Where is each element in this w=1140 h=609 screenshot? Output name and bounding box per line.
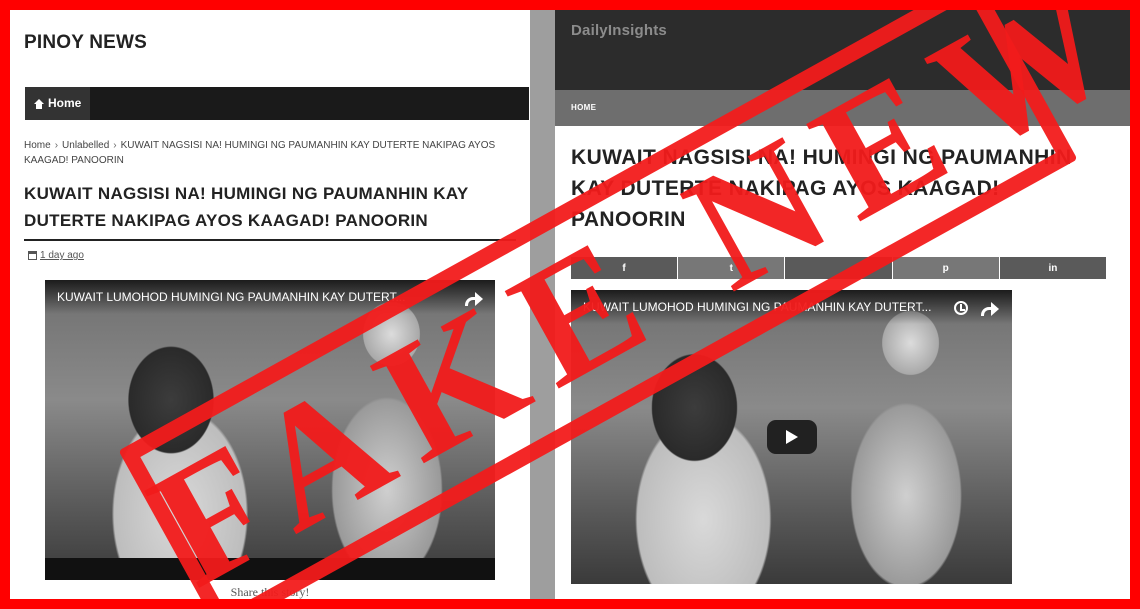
title-divider <box>24 239 516 241</box>
site-title[interactable]: PINOY NEWS <box>24 32 147 54</box>
chevron-right-icon: › <box>113 140 117 151</box>
breadcrumb: Home › Unlabelled › KUWAIT NAGSISI NA! HUMIN… <box>24 138 519 168</box>
post-title: KUWAIT NAGSISI NA! HUMINGI NG PAUMANHIN … <box>24 184 469 230</box>
chevron-right-icon: › <box>54 140 59 151</box>
post-date-label: 1 day ago <box>40 250 84 261</box>
nav-home-label: Home <box>48 96 82 110</box>
pinterest-share-button[interactable]: p <box>892 257 999 279</box>
breadcrumb-home[interactable]: Home <box>24 140 51 151</box>
watch-later-icon[interactable] <box>954 301 968 315</box>
post-date[interactable]: 1 day ago <box>28 250 84 261</box>
linkedin-icon: in <box>1048 262 1058 274</box>
linkedin-share-button[interactable]: in <box>999 257 1107 279</box>
play-button[interactable] <box>767 420 817 454</box>
pinterest-icon: p <box>942 262 949 274</box>
share-icon[interactable] <box>981 301 999 316</box>
nav-home-link[interactable]: HOME <box>571 90 596 126</box>
home-icon <box>34 98 44 109</box>
site-title[interactable]: DailyInsights <box>571 22 667 39</box>
nav-home-link[interactable]: Home <box>25 87 91 120</box>
calendar-icon <box>28 251 37 260</box>
main-nav: Home <box>25 87 529 120</box>
breadcrumb-category[interactable]: Unlabelled <box>62 140 109 151</box>
video-title[interactable]: KUWAIT LUMOHOD HUMINGI NG PAUMANHIN KAY … <box>57 290 405 304</box>
